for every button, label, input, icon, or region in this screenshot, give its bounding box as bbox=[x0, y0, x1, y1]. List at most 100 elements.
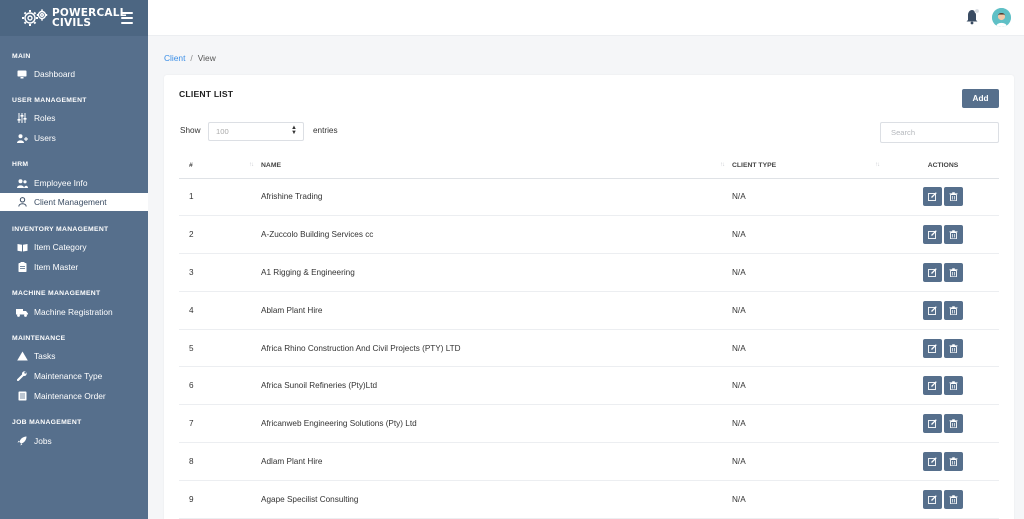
sidebar-item-label: Maintenance Type bbox=[34, 371, 103, 381]
table-row: 7 Africanweb Engineering Solutions (Pty) … bbox=[179, 404, 999, 444]
client-name: Africanweb Engineering Solutions (Pty) L… bbox=[261, 404, 732, 444]
row-number: 1 bbox=[179, 178, 261, 217]
sidebar-item-label: Maintenance Order bbox=[34, 391, 106, 401]
section-maintenance: MAINTENANCE bbox=[12, 335, 66, 342]
client-name: Ablam Plant Hire bbox=[261, 291, 732, 330]
row-actions bbox=[887, 253, 999, 292]
topbar bbox=[148, 0, 1024, 36]
notification-bell-icon[interactable] bbox=[965, 7, 981, 25]
column-header-client-type[interactable]: CLIENT TYPE ↑↓ bbox=[732, 154, 887, 179]
breadcrumb-client-link[interactable]: Client bbox=[164, 53, 185, 63]
section-job-management: JOB MANAGEMENT bbox=[12, 419, 82, 426]
row-actions bbox=[887, 215, 999, 255]
column-header-name[interactable]: NAME ↑↓ bbox=[261, 154, 732, 179]
edit-button[interactable] bbox=[923, 338, 942, 358]
delete-button[interactable] bbox=[944, 262, 963, 282]
section-inventory-management: INVENTORY MANAGEMENT bbox=[12, 226, 109, 233]
client-name: Afrishine Trading bbox=[261, 178, 732, 217]
sidebar-item-tasks[interactable]: Tasks bbox=[0, 347, 148, 365]
row-number: 9 bbox=[179, 480, 261, 519]
section-user-management: USER MANAGEMENT bbox=[12, 97, 87, 104]
edit-button[interactable] bbox=[923, 225, 942, 245]
sidebar-item-maintenance-order[interactable]: Maintenance Order bbox=[0, 387, 148, 405]
table-row: 9 Agape Specilist Consulting N/A bbox=[179, 480, 999, 519]
sidebar: POWERCALL CIVILS MAIN Dashboard USER MAN… bbox=[0, 0, 148, 519]
column-header-label: # bbox=[189, 162, 193, 170]
delete-button[interactable] bbox=[944, 451, 963, 471]
column-header-number[interactable]: # ↑↓ bbox=[179, 154, 261, 179]
row-actions bbox=[887, 480, 999, 519]
select-caret-icon: ▲ ▼ bbox=[291, 125, 297, 136]
edit-button[interactable] bbox=[923, 414, 942, 434]
search-input[interactable] bbox=[880, 122, 999, 143]
sidebar-item-label: Machine Registration bbox=[34, 307, 113, 317]
row-number: 4 bbox=[179, 291, 261, 330]
sidebar-item-employee-info[interactable]: Employee Info bbox=[0, 174, 148, 192]
row-number: 8 bbox=[179, 442, 261, 481]
column-header-label: CLIENT TYPE bbox=[732, 162, 777, 170]
sliders-icon bbox=[16, 112, 28, 124]
edit-button[interactable] bbox=[923, 262, 942, 282]
client-list-card: CLIENT LIST Add Show 100 ▲▼ entries # ↑↓ … bbox=[164, 75, 1014, 519]
edit-button[interactable] bbox=[923, 489, 942, 509]
edit-button[interactable] bbox=[923, 187, 942, 207]
table-row: 2 A-Zuccolo Building Services cc N/A bbox=[179, 215, 999, 255]
table-row: 4 Ablam Plant Hire N/A bbox=[179, 291, 999, 330]
section-machine-management: MACHINE MANAGEMENT bbox=[12, 290, 101, 297]
edit-button[interactable] bbox=[923, 451, 942, 471]
sidebar-item-label: Employee Info bbox=[34, 178, 88, 188]
delete-button[interactable] bbox=[944, 225, 963, 245]
delete-button[interactable] bbox=[944, 300, 963, 320]
row-actions bbox=[887, 442, 999, 481]
row-number: 2 bbox=[179, 215, 261, 255]
menu-toggle-icon[interactable] bbox=[121, 12, 133, 24]
delete-button[interactable] bbox=[944, 338, 963, 358]
wrench-icon bbox=[16, 370, 28, 382]
client-type: N/A bbox=[732, 480, 887, 519]
client-type: N/A bbox=[732, 404, 887, 444]
user-avatar[interactable] bbox=[992, 8, 1011, 27]
brand-name: POWERCALL CIVILS bbox=[52, 8, 126, 29]
section-hrm: HRM bbox=[12, 161, 29, 168]
entries-select-value: 100 bbox=[216, 127, 229, 136]
sidebar-item-label: Roles bbox=[34, 113, 56, 123]
sidebar-item-dashboard[interactable]: Dashboard bbox=[0, 65, 148, 83]
sidebar-item-item-master[interactable]: Item Master bbox=[0, 258, 148, 276]
truck-icon bbox=[16, 306, 28, 318]
add-client-button[interactable]: Add bbox=[962, 89, 999, 108]
delete-button[interactable] bbox=[944, 489, 963, 509]
edit-button[interactable] bbox=[923, 376, 942, 396]
entries-label: entries bbox=[313, 126, 338, 135]
sidebar-item-users[interactable]: Users bbox=[0, 129, 148, 147]
breadcrumb: Client / View bbox=[164, 53, 216, 63]
sidebar-item-maintenance-type[interactable]: Maintenance Type bbox=[0, 367, 148, 385]
gears-logo-icon bbox=[20, 6, 50, 30]
book-icon bbox=[16, 241, 28, 253]
sidebar-item-client-management[interactable]: Client Management bbox=[0, 193, 148, 211]
delete-button[interactable] bbox=[944, 376, 963, 396]
edit-button[interactable] bbox=[923, 300, 942, 320]
client-type: N/A bbox=[732, 215, 887, 255]
client-name: Agape Specilist Consulting bbox=[261, 480, 732, 519]
delete-button[interactable] bbox=[944, 414, 963, 434]
row-actions bbox=[887, 178, 999, 217]
table-row: 6 Africa Sunoil Refineries (Pty)Ltd N/A bbox=[179, 366, 999, 406]
rocket-icon bbox=[16, 435, 28, 447]
monitor-icon bbox=[16, 68, 28, 80]
sidebar-item-label: Tasks bbox=[34, 351, 56, 361]
table-header-row: # ↑↓ NAME ↑↓ CLIENT TYPE ↑↓ ACTIONS bbox=[179, 154, 999, 179]
table-row: 1 Afrishine Trading N/A bbox=[179, 178, 999, 217]
sidebar-item-machine-registration[interactable]: Machine Registration bbox=[0, 303, 148, 321]
table-row: 3 A1 Rigging & Engineering N/A bbox=[179, 253, 999, 292]
client-name: A1 Rigging & Engineering bbox=[261, 253, 732, 292]
sidebar-item-label: Item Master bbox=[34, 262, 79, 272]
entries-select[interactable]: 100 ▲ ▼ bbox=[208, 122, 304, 141]
row-number: 3 bbox=[179, 253, 261, 292]
sidebar-item-jobs[interactable]: Jobs bbox=[0, 432, 148, 450]
row-number: 5 bbox=[179, 329, 261, 368]
sidebar-item-roles[interactable]: Roles bbox=[0, 109, 148, 127]
delete-button[interactable] bbox=[944, 187, 963, 207]
sort-icon: ↑↓ bbox=[875, 162, 880, 168]
brand: POWERCALL CIVILS bbox=[0, 0, 148, 36]
sidebar-item-item-category[interactable]: Item Category bbox=[0, 238, 148, 256]
